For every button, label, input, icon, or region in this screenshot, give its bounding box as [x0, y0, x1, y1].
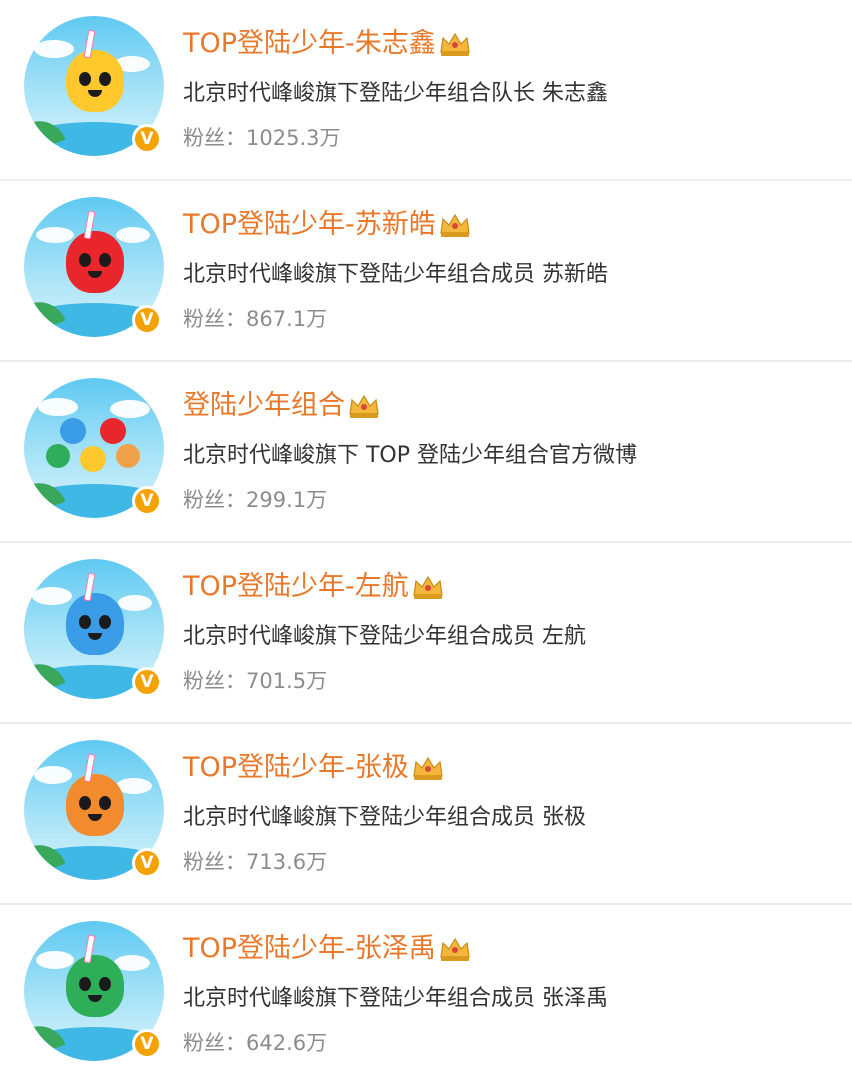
- fans-label: 粉丝：: [183, 850, 246, 874]
- crown-icon: [438, 30, 472, 58]
- verified-v-icon: V: [132, 667, 162, 697]
- account-name-line[interactable]: TOP登陆少年-左航: [183, 569, 445, 605]
- crown-icon: [438, 211, 472, 239]
- account-name[interactable]: TOP登陆少年-张泽禹: [183, 931, 436, 967]
- crown-icon: [411, 754, 445, 782]
- verified-v-icon: V: [132, 1029, 162, 1059]
- verified-v-icon: V: [132, 305, 162, 335]
- account-name[interactable]: TOP登陆少年-苏新皓: [183, 207, 436, 243]
- fans-label: 粉丝：: [183, 307, 246, 331]
- account-name-line[interactable]: TOP登陆少年-张极: [183, 750, 445, 786]
- account-row[interactable]: V TOP登陆少年-左航 北京时代峰峻旗下登陆少年组合成员 左航 粉丝：701.…: [0, 543, 852, 724]
- fans-value: 713.6万: [246, 850, 328, 874]
- fans-value: 299.1万: [246, 488, 328, 512]
- mascot-avatar-orange: [66, 774, 124, 836]
- verified-v-icon: V: [132, 124, 162, 154]
- account-name[interactable]: TOP登陆少年-张极: [183, 750, 409, 786]
- account-name[interactable]: TOP登陆少年-左航: [183, 569, 409, 605]
- mascot-avatar-group: [46, 418, 142, 474]
- mascot-avatar-yellow: [66, 50, 124, 112]
- account-row[interactable]: V 登陆少年组合 北京时代峰峻旗下 TOP 登陆少年组合官方微博 粉丝：299.…: [0, 362, 852, 543]
- mascot-avatar-blue: [66, 593, 124, 655]
- account-name-line[interactable]: TOP登陆少年-朱志鑫: [183, 26, 472, 62]
- fans-label: 粉丝：: [183, 669, 246, 693]
- account-row[interactable]: V TOP登陆少年-朱志鑫 北京时代峰峻旗下登陆少年组合队长 朱志鑫 粉丝：10…: [0, 0, 852, 181]
- fans-count: 粉丝：299.1万: [183, 485, 327, 515]
- fans-label: 粉丝：: [183, 1031, 246, 1055]
- fans-value: 1025.3万: [246, 126, 341, 150]
- account-description: 北京时代峰峻旗下登陆少年组合队长 朱志鑫: [183, 81, 608, 106]
- account-row[interactable]: V TOP登陆少年-张极 北京时代峰峻旗下登陆少年组合成员 张极 粉丝：713.…: [0, 724, 852, 905]
- fans-count: 粉丝：867.1万: [183, 304, 327, 334]
- fans-count: 粉丝：1025.3万: [183, 123, 340, 153]
- account-row[interactable]: V TOP登陆少年-张泽禹 北京时代峰峻旗下登陆少年组合成员 张泽禹 粉丝：64…: [0, 905, 852, 1086]
- fans-count: 粉丝：701.5万: [183, 666, 327, 696]
- crown-icon: [438, 935, 472, 963]
- fans-label: 粉丝：: [183, 126, 246, 150]
- verified-v-icon: V: [132, 486, 162, 516]
- account-row[interactable]: V TOP登陆少年-苏新皓 北京时代峰峻旗下登陆少年组合成员 苏新皓 粉丝：86…: [0, 181, 852, 362]
- fans-value: 867.1万: [246, 307, 328, 331]
- account-name-line[interactable]: TOP登陆少年-苏新皓: [183, 207, 472, 243]
- account-name-line[interactable]: TOP登陆少年-张泽禹: [183, 931, 472, 967]
- account-description: 北京时代峰峻旗下登陆少年组合成员 左航: [183, 624, 586, 649]
- fans-value: 701.5万: [246, 669, 328, 693]
- fans-value: 642.6万: [246, 1031, 328, 1055]
- fans-label: 粉丝：: [183, 488, 246, 512]
- fans-count: 粉丝：713.6万: [183, 847, 327, 877]
- account-name[interactable]: 登陆少年组合: [183, 388, 345, 424]
- account-description: 北京时代峰峻旗下登陆少年组合成员 张泽禹: [183, 986, 608, 1011]
- account-description: 北京时代峰峻旗下 TOP 登陆少年组合官方微博: [183, 443, 638, 468]
- crown-icon: [347, 392, 381, 420]
- crown-icon: [411, 573, 445, 601]
- account-list: V TOP登陆少年-朱志鑫 北京时代峰峻旗下登陆少年组合队长 朱志鑫 粉丝：10…: [0, 0, 852, 1086]
- account-name-line[interactable]: 登陆少年组合: [183, 388, 381, 424]
- account-description: 北京时代峰峻旗下登陆少年组合成员 苏新皓: [183, 262, 608, 287]
- fans-count: 粉丝：642.6万: [183, 1028, 327, 1058]
- verified-v-icon: V: [132, 848, 162, 878]
- mascot-avatar-red: [66, 231, 124, 293]
- account-name[interactable]: TOP登陆少年-朱志鑫: [183, 26, 436, 62]
- mascot-avatar-green: [66, 955, 124, 1017]
- account-description: 北京时代峰峻旗下登陆少年组合成员 张极: [183, 805, 586, 830]
